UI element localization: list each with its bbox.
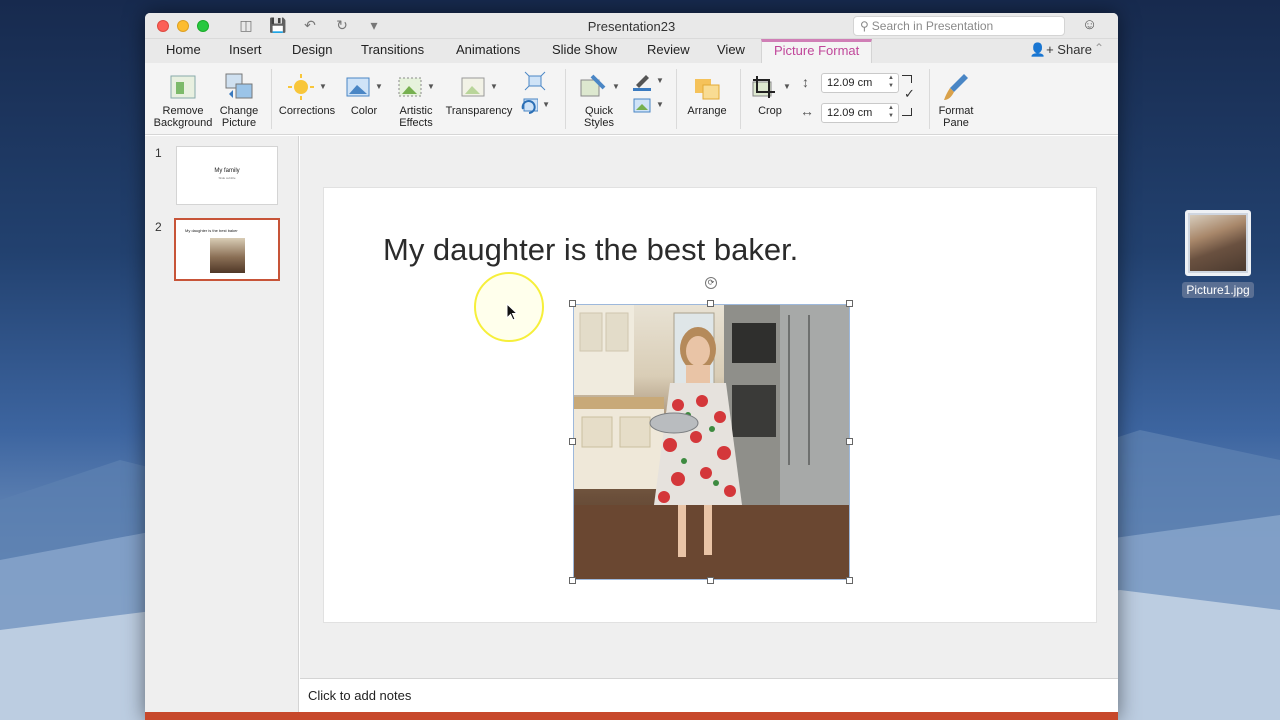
slide-canvas: My daughter is the best baker. ⟳ [300,136,1118,678]
compress-pictures-icon [524,71,546,91]
thumb-2-title: My daughter is the best baker [185,228,238,233]
quick-styles-icon [580,74,606,97]
picture-effects-icon [633,98,651,113]
height-field[interactable]: 12.09 cm ▲ ▼ [821,73,899,93]
thumb-2-picture [210,238,245,273]
tab-insert[interactable]: Insert [229,42,262,57]
lock-aspect-ratio-toggle[interactable]: ✓ [902,75,915,121]
thumb-1-title: My family [214,168,240,174]
slide-number-2: 2 [155,220,162,234]
desktop-file-label: Picture1.jpg [1182,282,1254,298]
resize-handle-nw[interactable] [569,300,576,307]
search-icon: ⚲ [860,19,869,33]
resize-handle-sw[interactable] [569,577,576,584]
color-button[interactable]: ▼ Color [343,69,385,117]
corrections-button[interactable]: ▼ Corrections [275,69,339,117]
desktop-file-picture1[interactable]: Picture1.jpg [1178,210,1258,298]
tab-view[interactable]: View [717,42,745,57]
format-pane-brush-icon [944,74,968,100]
tab-review[interactable]: Review [647,42,690,57]
tab-slide-show[interactable]: Slide Show [552,42,617,57]
share-label: Share [1057,42,1092,57]
feedback-smiley-icon[interactable]: ☺ [1082,16,1097,33]
picture-format-ribbon: Remove Background Change Picture ▼ Corre… [145,63,1118,135]
status-bar [145,712,1118,720]
change-picture-button[interactable]: Change Picture [211,69,267,129]
resize-handle-w[interactable] [569,438,576,445]
slide-picture[interactable] [573,304,850,580]
tab-home[interactable]: Home [166,42,201,57]
transparency-icon [461,77,485,97]
arrange-button[interactable]: Arrange [681,69,733,117]
search-placeholder: Search in Presentation [871,19,994,33]
width-field[interactable]: 12.09 cm ▲ ▼ [821,103,899,123]
change-picture-icon [225,73,253,99]
tab-design[interactable]: Design [292,42,332,57]
tab-transitions[interactable]: Transitions [361,42,424,57]
ribbon-tabs: Home Insert Design Transitions Animation… [145,39,1118,63]
collapse-ribbon-icon[interactable]: ⌃ [1094,41,1104,55]
file-thumbnail [1185,210,1251,276]
resize-handle-e[interactable] [846,438,853,445]
current-slide: My daughter is the best baker. ⟳ [323,187,1097,623]
rotate-handle-icon[interactable]: ⟳ [705,277,717,289]
crop-icon [752,76,776,98]
quick-styles-button[interactable]: ▼ Quick Styles [571,69,627,129]
remove-background-icon [170,75,196,99]
height-icon: ↕ [802,74,809,90]
transparency-button[interactable]: ▼ Transparency [443,69,515,117]
notes-placeholder: Click to add notes [308,688,412,703]
artistic-effects-button[interactable]: ▼ Artistic Effects [393,69,439,129]
slide-thumbnail-2[interactable]: My daughter is the best baker [174,218,280,281]
width-icon: ↔ [800,103,814,119]
reset-picture-icon [521,98,539,114]
slide-number-1: 1 [155,146,162,160]
resize-handle-ne[interactable] [846,300,853,307]
width-stepper-icon[interactable]: ▲ ▼ [888,104,894,120]
thumb-1-subtitle: Slide subtitle [218,176,236,180]
picture-border-button[interactable]: ▼ ▼ [631,69,665,117]
resize-handle-se[interactable] [846,577,853,584]
resize-handle-n[interactable] [707,300,714,307]
corrections-sun-icon [288,74,315,100]
title-bar: ◫ 💾 ↶ ↻ ▾ Presentation23 ⚲ Search in Pre… [145,13,1118,39]
slide-title[interactable]: My daughter is the best baker. [383,232,798,268]
remove-background-button[interactable]: Remove Background [151,69,215,129]
resize-handle-s[interactable] [707,577,714,584]
color-icon [346,77,370,97]
search-input[interactable]: ⚲ Search in Presentation [853,16,1065,36]
tab-animations[interactable]: Animations [456,42,520,57]
slide-thumbnail-1[interactable]: My family Slide subtitle [176,146,278,205]
mouse-pointer-icon [506,303,518,321]
crop-button[interactable]: ▼ Crop [747,69,793,117]
artistic-effects-icon [398,77,422,97]
share-button[interactable]: 👤+ Share [1030,42,1092,58]
checkmark-icon: ✓ [904,86,915,101]
compress-pictures-button[interactable]: ▼ [520,69,550,117]
format-pane-button[interactable]: Format Pane [933,69,979,129]
height-stepper-icon[interactable]: ▲ ▼ [888,74,894,90]
picture-border-pen-icon [633,75,652,91]
kitchen-photo [574,305,849,579]
arrange-icon [695,79,720,100]
slide-thumbnails-panel: 1 My family Slide subtitle 2 My daughter… [145,136,299,720]
powerpoint-window: ◫ 💾 ↶ ↻ ▾ Presentation23 ⚲ Search in Pre… [145,13,1118,720]
tab-picture-format[interactable]: Picture Format [761,39,873,63]
